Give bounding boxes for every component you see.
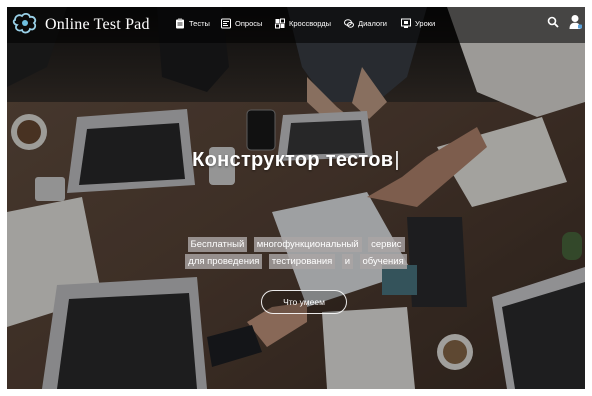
brand-name: Online Test Pad <box>45 16 150 33</box>
subtitle-word: сервис <box>368 237 405 252</box>
nav-item-label: Опросы <box>235 19 263 28</box>
nav-item-dialogs[interactable]: Диалоги <box>344 18 387 29</box>
subtitle-word: тестирования <box>268 254 336 269</box>
nav-item-label: Уроки <box>415 19 436 28</box>
clipboard-icon <box>176 18 184 29</box>
nav-item-polls[interactable]: Опросы <box>221 18 262 29</box>
hero-background-image <box>7 7 585 389</box>
puzzle-logo-icon <box>12 12 37 34</box>
top-navbar: Online Test Pad Тесты Опросы Кроссворды … <box>7 7 585 43</box>
subtitle-word: Бесплатный <box>187 237 248 252</box>
hero-title-text: Конструктор тестов <box>192 149 394 171</box>
search-icon[interactable] <box>547 16 559 28</box>
subtitle-word: обучения <box>359 254 407 269</box>
nav-item-label: Диалоги <box>358 19 387 28</box>
subtitle-word: многофункциональный <box>253 237 362 252</box>
page-frame: Online Test Pad Тесты Опросы Кроссворды … <box>7 7 585 389</box>
lesson-icon <box>401 18 411 28</box>
typing-cursor: | <box>394 149 400 171</box>
hero-subtitle-line-2: для проведения тестирования и обучения <box>7 251 585 269</box>
hero-title: Конструктор тестов| <box>7 149 585 172</box>
nav-item-crosswords[interactable]: Кроссворды <box>275 18 331 29</box>
crossword-icon <box>275 18 285 29</box>
nav-item-tests[interactable]: Тесты <box>175 18 210 29</box>
nav-item-label: Кроссворды <box>289 19 332 28</box>
hero-subtitle-line-1: Бесплатный многофункциональный сервис <box>7 234 585 252</box>
dialog-icon <box>344 19 354 28</box>
poll-icon <box>221 18 231 29</box>
nav-item-label: Тесты <box>189 19 210 28</box>
nav-item-lessons[interactable]: Уроки <box>401 18 435 29</box>
subtitle-word: и <box>341 254 354 269</box>
subtitle-word: для проведения <box>185 254 263 269</box>
brand-logo[interactable]: Online Test Pad <box>11 11 150 39</box>
what-we-can-button[interactable]: Что умеем <box>261 290 347 314</box>
user-icon[interactable] <box>569 14 582 30</box>
